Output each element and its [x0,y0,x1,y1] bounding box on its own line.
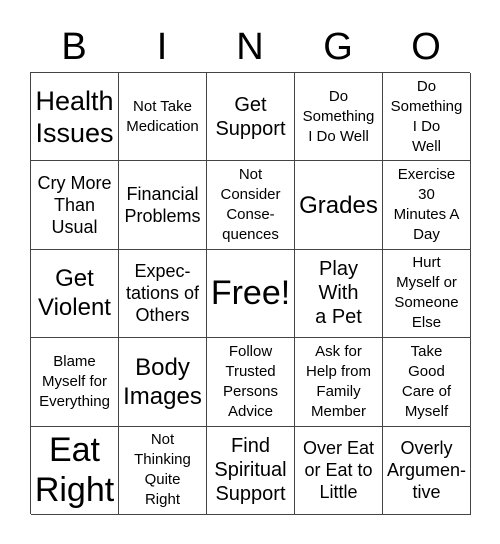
bingo-cell[interactable]: Take Good Care of Myself [383,338,471,427]
bingo-cell[interactable]: Find Spiritual Support [207,426,295,515]
cell-text: Expec- tations of Others [125,261,200,326]
bingo-cell[interactable]: Get Violent [31,249,119,339]
cell-text: Not Take Medication [126,97,199,135]
cell-text: Free! [210,274,291,313]
cell-text: Get Violent [38,265,111,322]
cell-text: Follow Trusted Persons Advice [222,342,279,420]
bingo-cell[interactable]: Not Consider Conse- quences [207,161,295,250]
cell-text: Get Support [215,93,286,140]
cell-text: Find Spiritual Support [214,435,287,506]
bingo-cell[interactable]: Do Something I Do Well [383,73,471,162]
bingo-cell[interactable]: Body Images [119,338,207,427]
bingo-cell[interactable]: Ask for Help from Family Member [295,338,383,427]
cell-text: Over Eat or Eat to Little [302,438,375,503]
cell-text: Do Something I Do Well [390,77,463,155]
bingo-cell[interactable]: Hurt Myself or Someone Else [383,249,471,339]
bingo-cell[interactable]: Financial Problems [119,161,207,250]
cell-text: Health Issues [35,85,114,148]
cell-text: Overly Argumen- tive [386,438,467,503]
bingo-cell[interactable]: Expec- tations of Others [119,249,207,339]
cell-text: Cry More Than Usual [37,173,112,238]
bingo-cell[interactable]: Health Issues [31,73,119,162]
bingo-cell[interactable]: Grades [295,161,383,250]
cell-text: Not Consider Conse- quences [220,166,281,244]
bingo-cell[interactable]: Not Thinking Quite Right [119,426,207,515]
header-letter-n: N [236,26,264,68]
cell-text: Not Thinking Quite Right [134,431,191,509]
cell-text: Take Good Care of Myself [401,342,452,420]
header-letter-o: O [411,26,441,68]
bingo-header: B I N G O [30,22,470,72]
cell-text: Eat Right [34,431,115,510]
header-letter-i: I [156,26,168,68]
bingo-cell[interactable]: Eat Right [31,426,119,515]
free-space[interactable]: Free! [207,249,295,339]
cell-text: Grades [299,191,378,219]
bingo-cell[interactable]: Over Eat or Eat to Little [295,426,383,515]
bingo-cell[interactable]: Get Support [207,73,295,162]
cell-text: Ask for Help from Family Member [305,342,372,420]
cell-text: Do Something I Do Well [302,87,375,145]
bingo-cell[interactable]: Cry More Than Usual [31,161,119,250]
cell-text: Body Images [123,353,202,410]
bingo-cell[interactable]: Blame Myself for Everything [31,338,119,427]
header-letter-g: G [323,26,353,68]
bingo-cell[interactable]: Play With a Pet [295,249,383,339]
bingo-cell[interactable]: Overly Argumen- tive [383,426,471,515]
cell-text: Play With a Pet [315,258,362,329]
bingo-cell[interactable]: Follow Trusted Persons Advice [207,338,295,427]
cell-text: Hurt Myself or Someone Else [394,254,459,332]
bingo-cell[interactable]: Not Take Medication [119,73,207,162]
cell-text: Exercise 30 Minutes A Day [393,166,460,244]
header-letter-b: B [61,26,87,68]
cell-text: Blame Myself for Everything [39,352,110,410]
bingo-cell[interactable]: Exercise 30 Minutes A Day [383,161,471,250]
bingo-grid: Health Issues Not Take Medication Get Su… [30,72,471,515]
bingo-cell[interactable]: Do Something I Do Well [295,73,383,162]
cell-text: Financial Problems [124,184,201,227]
